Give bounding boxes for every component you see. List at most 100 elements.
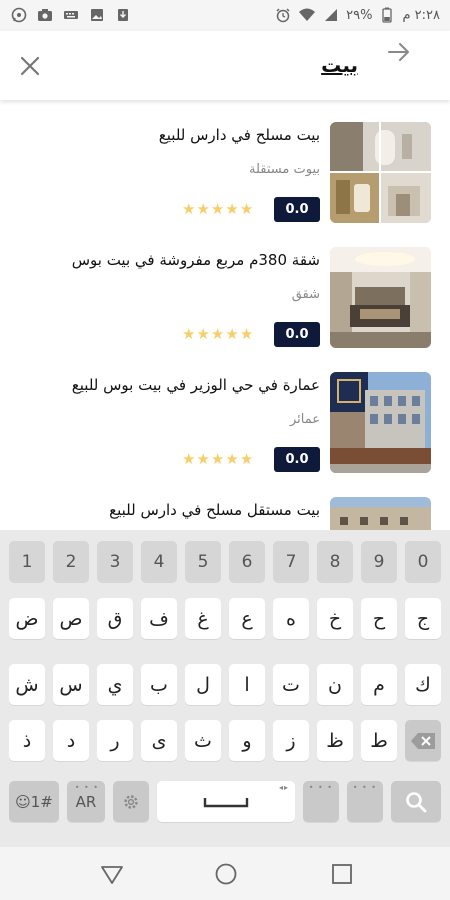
key-letter[interactable]: ت: [273, 664, 309, 705]
battery-percent: %٢٩: [346, 7, 373, 23]
key-letter[interactable]: ظ: [317, 720, 353, 761]
key-6[interactable]: 6: [229, 541, 265, 582]
wifi-icon: [298, 6, 316, 24]
result-category: بيوت مستقلة: [249, 162, 320, 177]
key-letter[interactable]: و: [229, 720, 265, 761]
status-bar: ٢:٢٨ م %٢٩: [0, 0, 450, 31]
key-letter[interactable]: خ: [317, 598, 353, 639]
space-key[interactable]: ◂▸: [157, 781, 295, 822]
symbols-key[interactable]: ☺1#: [9, 781, 59, 822]
key-7[interactable]: 7: [273, 541, 309, 582]
space-icon: [203, 797, 249, 807]
listing-thumbnail: [330, 247, 431, 348]
result-item[interactable]: بيت مستقل مسلح في دارس للبيع: [0, 497, 450, 530]
star-icon: ★: [210, 325, 225, 343]
nav-home-button[interactable]: [213, 861, 239, 887]
camera-icon: [36, 6, 54, 24]
rating-stars: ★ ★ ★ ★ ★: [182, 326, 253, 343]
close-button[interactable]: [17, 53, 43, 79]
recents-square-icon: [332, 864, 352, 884]
key-letter[interactable]: ف: [141, 598, 177, 639]
nav-back-button[interactable]: [99, 861, 125, 887]
star-icon: ★: [182, 325, 196, 343]
key-hint: • • •: [308, 783, 333, 792]
key-9[interactable]: 9: [361, 541, 397, 582]
search-header: [0, 31, 450, 100]
key-2[interactable]: 2: [53, 541, 89, 582]
rating-badge: 0.0: [274, 447, 320, 472]
key-letter[interactable]: م: [361, 664, 397, 705]
back-arrow-button[interactable]: [386, 39, 412, 65]
key-letter[interactable]: ى: [141, 720, 177, 761]
key-5[interactable]: 5: [185, 541, 221, 582]
soft-keyboard: 1 2 3 4 5 6 7 8 9 0 ض ص ق ف غ ع ه خ ح ج …: [0, 530, 450, 847]
search-key[interactable]: [391, 781, 441, 822]
star-icon: ★: [225, 450, 239, 468]
key-letter[interactable]: ن: [317, 664, 353, 705]
star-icon: ★: [196, 200, 210, 218]
keyboard-icon: [62, 6, 80, 24]
language-label: AR: [75, 792, 97, 811]
download-icon: [114, 6, 132, 24]
result-item[interactable]: بيت مسلح في دارس للبيع بيوت مستقلة ★ ★ ★…: [0, 122, 450, 246]
key-letter[interactable]: ب: [141, 664, 177, 705]
key-letter[interactable]: ص: [53, 598, 89, 639]
key-letter[interactable]: ث: [185, 720, 221, 761]
settings-key[interactable]: [113, 781, 149, 822]
result-category: عمائر: [289, 412, 320, 427]
key-letter[interactable]: ش: [9, 664, 45, 705]
language-key[interactable]: • • • AR: [67, 781, 105, 822]
key-8[interactable]: 8: [317, 541, 353, 582]
result-category: شقق: [291, 287, 320, 302]
result-title: بيت مستقل مسلح في دارس للبيع: [109, 501, 320, 519]
rating-stars: ★ ★ ★ ★ ★: [182, 451, 253, 468]
key-hint: • • •: [74, 783, 99, 792]
star-icon: ★: [196, 450, 210, 468]
key-letter[interactable]: ه: [273, 598, 309, 639]
key-letter[interactable]: ر: [97, 720, 133, 761]
star-icon: ★: [210, 450, 225, 468]
signal-icon: [322, 6, 340, 24]
star-icon: ★: [196, 325, 210, 343]
key-letter[interactable]: ذ: [9, 720, 45, 761]
rating-stars: ★ ★ ★ ★ ★: [182, 201, 253, 218]
result-item[interactable]: عمارة في حي الوزير في بيت بوس للبيع عمائ…: [0, 372, 450, 496]
key-letter[interactable]: ح: [361, 598, 397, 639]
home-circle-icon: [215, 863, 237, 885]
key-letter[interactable]: ا: [229, 664, 265, 705]
key-0[interactable]: 0: [405, 541, 441, 582]
result-item[interactable]: شقة 380م مربع مفروشة في بيت بوس شقق ★ ★ …: [0, 247, 450, 371]
period-key[interactable]: • • •: [347, 781, 383, 822]
star-icon: ★: [225, 325, 239, 343]
star-icon: ★: [182, 200, 196, 218]
search-input[interactable]: [158, 47, 358, 83]
key-letter[interactable]: س: [53, 664, 89, 705]
listing-thumbnail: [330, 122, 431, 223]
key-letter[interactable]: ل: [185, 664, 221, 705]
listing-thumbnail: [330, 497, 431, 530]
key-letter[interactable]: غ: [185, 598, 221, 639]
key-letter[interactable]: ك: [405, 664, 441, 705]
battery-icon: [378, 6, 396, 24]
arrow-icon: [388, 43, 409, 61]
clock-text: ٢:٢٨ م: [402, 7, 440, 23]
backspace-key[interactable]: [405, 720, 441, 761]
key-letter[interactable]: ض: [9, 598, 45, 639]
key-letter[interactable]: ق: [97, 598, 133, 639]
punctuation-key[interactable]: • • •: [303, 781, 339, 822]
key-letter[interactable]: ط: [361, 720, 397, 761]
key-1[interactable]: 1: [9, 541, 45, 582]
result-title: عمارة في حي الوزير في بيت بوس للبيع: [71, 376, 320, 394]
rating-badge: 0.0: [274, 197, 320, 222]
key-3[interactable]: 3: [97, 541, 133, 582]
key-letter[interactable]: ي: [97, 664, 133, 705]
key-4[interactable]: 4: [141, 541, 177, 582]
key-letter[interactable]: ج: [405, 598, 441, 639]
star-icon: ★: [225, 200, 239, 218]
backspace-icon: [411, 732, 435, 749]
key-letter[interactable]: د: [53, 720, 89, 761]
key-letter[interactable]: ز: [273, 720, 309, 761]
key-letter[interactable]: ع: [229, 598, 265, 639]
gallery-icon: [88, 6, 106, 24]
nav-recents-button[interactable]: [329, 861, 355, 887]
